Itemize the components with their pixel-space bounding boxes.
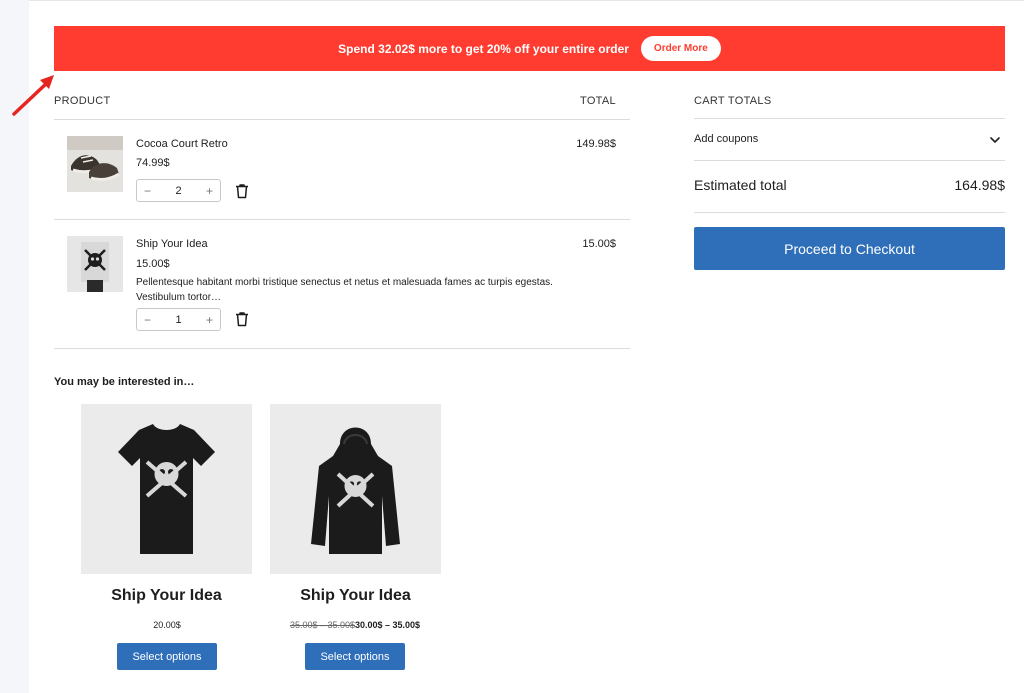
estimated-total-value: 164.98$ [954, 177, 1005, 193]
totals-divider [694, 160, 1005, 161]
poster-thumbnail[interactable] [67, 236, 123, 292]
hoodie-product-image[interactable] [270, 404, 441, 574]
column-header-total: TOTAL [580, 95, 616, 107]
cart-totals-heading: CART TOTALS [694, 95, 772, 107]
cart-item-price: 15.00$ [136, 258, 170, 270]
chevron-down-icon[interactable] [989, 134, 1001, 146]
column-header-product: PRODUCT [54, 95, 111, 107]
promo-banner: Spend 32.02$ more to get 20% off your en… [54, 26, 1005, 71]
product-title[interactable]: Ship Your Idea [81, 587, 252, 605]
product-price: 35.00$ – 35.00$30.00$ – 35.00$ [255, 620, 455, 630]
order-more-button[interactable]: Order More [640, 36, 721, 61]
promo-message: Spend 32.02$ more to get 20% off your en… [338, 41, 629, 56]
item-divider [54, 348, 630, 349]
increase-quantity-button[interactable]: + [206, 313, 213, 327]
decrease-quantity-button[interactable]: − [144, 184, 151, 198]
cart-item-description: Pellentesque habitant morbi tristique se… [136, 277, 553, 303]
trash-icon[interactable] [234, 311, 250, 327]
estimated-total-label: Estimated total [694, 177, 787, 193]
header-divider [54, 119, 630, 120]
totals-divider [694, 118, 1005, 119]
quantity-value[interactable]: 1 [175, 314, 181, 326]
cart-item-price: 74.99$ [136, 157, 170, 169]
select-options-button[interactable]: Select options [305, 643, 405, 670]
decrease-quantity-button[interactable]: − [144, 313, 151, 327]
trash-icon[interactable] [234, 183, 250, 199]
tshirt-product-image[interactable] [81, 404, 252, 574]
totals-divider [694, 212, 1005, 213]
select-options-button[interactable]: Select options [117, 643, 217, 670]
product-title[interactable]: Ship Your Idea [270, 587, 441, 605]
increase-quantity-button[interactable]: + [206, 184, 213, 198]
quantity-stepper[interactable]: − 1 + [136, 308, 221, 331]
cart-item-name[interactable]: Cocoa Court Retro [136, 138, 228, 150]
add-coupons-toggle[interactable]: Add coupons [694, 133, 758, 145]
top-divider [29, 0, 1024, 1]
cross-sells-title: You may be interested in… [54, 376, 195, 388]
annotation-arrow-icon [12, 75, 54, 116]
cart-item-total: 15.00$ [582, 238, 616, 250]
proceed-to-checkout-button[interactable]: Proceed to Checkout [694, 227, 1005, 270]
sneakers-thumbnail[interactable] [67, 136, 123, 192]
product-price-old: 35.00$ – 35.00$ [289, 620, 355, 630]
cart-item-total: 149.98$ [576, 138, 616, 150]
item-divider [54, 219, 630, 220]
cart-item-name[interactable]: Ship Your Idea [136, 238, 208, 250]
product-price: 20.00$ [153, 620, 181, 630]
quantity-value[interactable]: 2 [175, 185, 181, 197]
quantity-stepper[interactable]: − 2 + [136, 179, 221, 202]
product-price-new: 30.00$ – 35.00$ [355, 620, 421, 630]
